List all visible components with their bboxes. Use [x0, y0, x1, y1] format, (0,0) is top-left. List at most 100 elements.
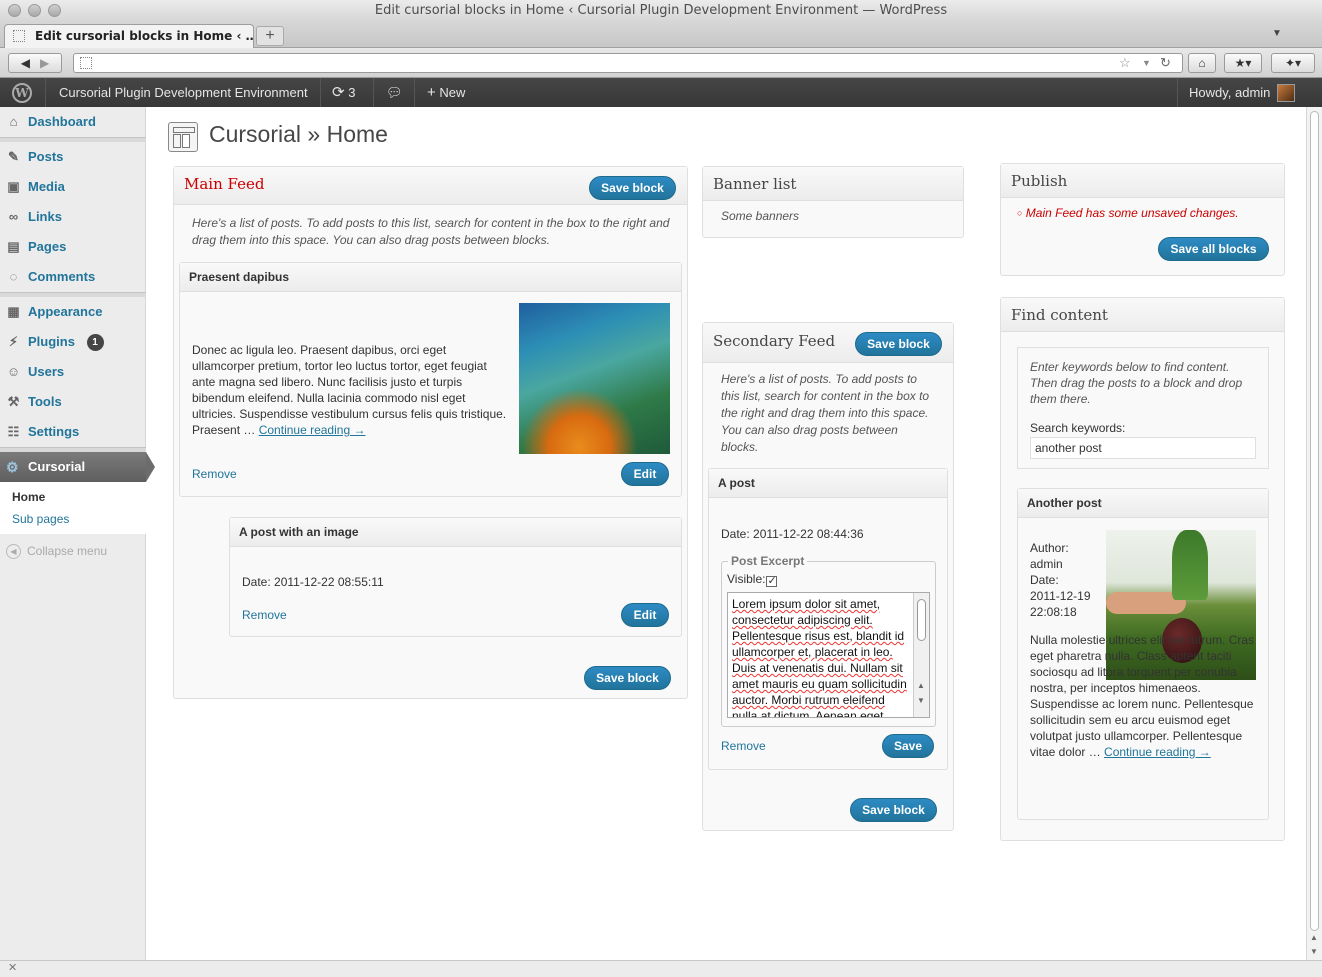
post-title[interactable]: A post with an image [230, 518, 681, 547]
continue-reading-link[interactable]: Continue reading → [1104, 745, 1211, 759]
forward-icon[interactable]: ▶ [40, 56, 49, 70]
main-feed-title: Main Feed [184, 175, 265, 193]
scroll-up-icon[interactable]: ▲ [1310, 933, 1318, 942]
sidebar-item-links[interactable]: ∞ Links [0, 202, 146, 232]
submenu-item-home[interactable]: Home [12, 490, 45, 504]
wp-admin-bar: W Cursorial Plugin Development Environme… [0, 78, 1322, 107]
continue-reading-link[interactable]: Continue reading → [259, 423, 366, 437]
chain-link-icon: ∞ [8, 209, 19, 224]
post-excerpt-legend: Post Excerpt [728, 554, 808, 568]
save-all-blocks-button[interactable]: Save all blocks [1158, 237, 1269, 261]
search-panel: Enter keywords below to find content. Th… [1017, 347, 1269, 469]
avatar[interactable] [1277, 84, 1295, 102]
sidebar-item-posts[interactable]: ✎ Posts [0, 142, 146, 172]
submenu-item-sub-pages[interactable]: Sub pages [12, 512, 69, 526]
new-tab-button[interactable]: + [256, 26, 284, 46]
bookmarks-icon: ★▾ [1234, 56, 1252, 70]
wordpress-logo-icon[interactable]: W [12, 83, 32, 103]
remove-link[interactable]: Remove [721, 739, 766, 753]
howdy-account-link[interactable]: Howdy, admin [1189, 78, 1270, 107]
save-post-button[interactable]: Save [882, 734, 934, 758]
post-title[interactable]: Praesent dapibus [180, 263, 681, 292]
site-name-link[interactable]: Cursorial Plugin Development Environment [59, 78, 308, 107]
sidebar-item-users[interactable]: ☺ Users [0, 357, 146, 387]
unsaved-changes-message: ○ Main Feed has some unsaved changes. [1017, 206, 1239, 220]
secondary-feed-block: Secondary Feed Save block Here's a list … [702, 322, 954, 831]
post-card[interactable]: Praesent dapibus Donec ac ligula leo. Pr… [179, 262, 682, 497]
comments-bubble-icon[interactable]: 💬︎ [386, 78, 403, 107]
updates-count: 3 [348, 85, 356, 100]
find-content-box: Find content Enter keywords below to fin… [1000, 297, 1285, 841]
collapse-menu-button[interactable]: ◀ Collapse menu [6, 543, 107, 560]
pushpin-icon: ✎ [8, 149, 19, 164]
sidebar-item-comments[interactable]: ◌ Comments [0, 262, 146, 292]
minimize-window-button[interactable] [28, 4, 41, 17]
sidebar-item-cursorial[interactable]: ⚙ Cursorial [0, 452, 155, 482]
media-icon: ▣ [7, 179, 20, 194]
post-card[interactable]: A post Date: 2011-12-22 08:44:36 Post Ex… [708, 468, 948, 770]
sidebar-item-appearance[interactable]: ▦ Appearance [0, 297, 146, 327]
post-meta: Author: admin Date: 2011-12-19 22:08:18 [1030, 541, 1091, 619]
sidebar-item-tools[interactable]: ⚒ Tools [0, 387, 146, 417]
close-status-icon[interactable]: ✕ [8, 961, 17, 974]
back-icon[interactable]: ◀ [21, 56, 30, 70]
save-block-button[interactable]: Save block [855, 332, 942, 356]
publish-box: Publish ○ Main Feed has some unsaved cha… [1000, 163, 1285, 276]
post-title[interactable]: Another post [1018, 489, 1268, 518]
sidebar-item-settings[interactable]: ☷ Settings [0, 417, 146, 447]
scroll-down-icon[interactable]: ▼ [917, 696, 925, 705]
tab-list-chevron-icon[interactable]: ▼ [1272, 28, 1282, 39]
edit-button[interactable]: Edit [621, 462, 669, 486]
puzzle-icon: ✦▾ [1284, 56, 1302, 70]
reload-icon[interactable]: ↻ [1160, 55, 1171, 71]
textarea-scrollbar[interactable]: ▲ ▼ [913, 593, 929, 717]
save-block-bottom-button[interactable]: Save block [584, 666, 671, 690]
post-excerpt: Donec ac ligula leo. Praesent dapibus, o… [192, 343, 507, 437]
remove-link[interactable]: Remove [242, 608, 287, 622]
updates-link[interactable]: ⟳ 3 [332, 78, 355, 107]
save-block-bottom-button[interactable]: Save block [850, 798, 937, 822]
post-date: Date: 2011-12-22 08:55:11 [242, 575, 384, 589]
status-bar: ✕ [0, 960, 1322, 977]
post-title[interactable]: A post [709, 469, 947, 498]
zoom-window-button[interactable] [48, 4, 61, 17]
search-result-post[interactable]: Another post Author: admin Date: 2011-12… [1017, 488, 1269, 820]
sidebar-item-pages[interactable]: ▤ Pages [0, 232, 146, 262]
sidebar-item-dashboard[interactable]: ⌂ Dashboard [0, 107, 146, 137]
collapse-arrow-icon: ◀ [6, 544, 21, 560]
post-excerpt-textarea[interactable]: Lorem ipsum dolor sit amet, consectetur … [727, 592, 930, 718]
home-button[interactable]: ⌂ [1188, 53, 1216, 73]
comment-icon: ◌ [9, 269, 18, 284]
close-window-button[interactable] [8, 4, 21, 17]
sidebar-item-media[interactable]: ▣ Media [0, 172, 146, 202]
back-forward-buttons[interactable]: ◀ ▶ [8, 53, 62, 73]
window-title: Edit cursorial blocks in Home ‹ Cursoria… [374, 3, 948, 18]
window-titlebar: Edit cursorial blocks in Home ‹ Cursoria… [0, 0, 1322, 22]
pages-icon: ▤ [7, 239, 20, 254]
browser-tab[interactable]: Edit cursorial blocks in Home ‹ … [4, 24, 254, 48]
scroll-down-icon[interactable]: ▼ [1310, 947, 1318, 956]
bookmark-star-icon[interactable]: ☆ [1119, 55, 1131, 71]
visible-checkbox[interactable]: ✓ [766, 576, 778, 587]
scroll-thumb[interactable] [1310, 111, 1319, 931]
users-icon: ☺ [6, 364, 21, 379]
site-identity-icon [80, 57, 92, 69]
post-card[interactable]: A post with an image Date: 2011-12-22 08… [229, 517, 682, 637]
url-history-chevron-icon[interactable]: ▼ [1142, 58, 1151, 68]
page-vertical-scrollbar[interactable]: ▲ ▼ [1306, 107, 1322, 960]
home-icon: ⌂ [1198, 56, 1206, 70]
edit-button[interactable]: Edit [621, 603, 669, 627]
save-block-button[interactable]: Save block [589, 176, 676, 200]
new-content-link[interactable]: + New [427, 78, 465, 107]
publish-title: Publish [1011, 172, 1068, 190]
sidebar-item-plugins[interactable]: ⚡︎ Plugins 1 [0, 327, 146, 357]
scroll-up-icon[interactable]: ▲ [917, 681, 925, 690]
url-bar[interactable]: ☆ ▼ ↻ [73, 53, 1183, 73]
banner-list-block: Banner list Some banners [702, 166, 964, 238]
settings-icon: ☷ [7, 424, 20, 439]
addons-button[interactable]: ✦▾ [1271, 53, 1315, 73]
bookmarks-button[interactable]: ★▾ [1224, 53, 1262, 73]
search-keywords-input[interactable] [1030, 437, 1256, 459]
remove-link[interactable]: Remove [192, 467, 237, 481]
post-excerpt-fieldset: Post Excerpt Visible: ✓ Lorem ipsum dolor… [721, 554, 936, 727]
